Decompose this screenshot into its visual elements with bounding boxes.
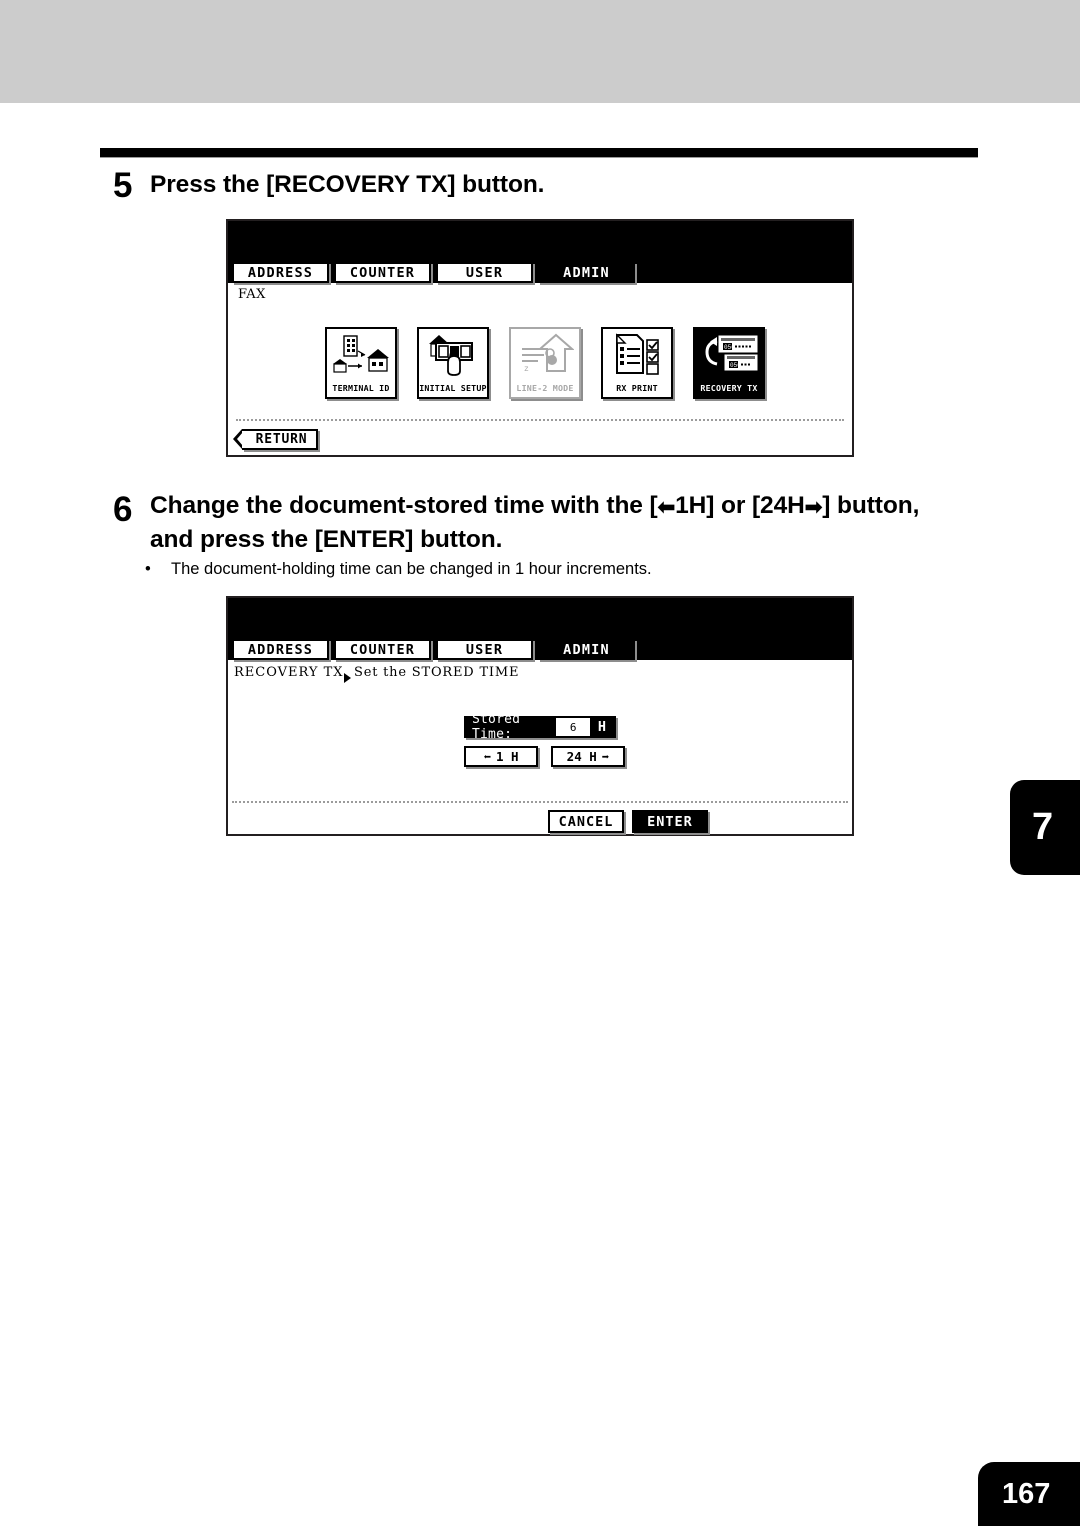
button-line-2-mode[interactable]: z LINE-2 MODE xyxy=(509,327,581,399)
tab-address-2-label: ADDRESS xyxy=(247,641,314,658)
cancel-button[interactable]: CANCEL xyxy=(548,810,624,833)
tab-user-label: USER xyxy=(465,264,504,281)
step-6-title-part-a: Change the document-stored time with the… xyxy=(150,492,658,519)
document-checklist-icon xyxy=(603,332,671,378)
building-house-icon xyxy=(327,332,395,378)
step-6-title: Change the document-stored time with the… xyxy=(150,489,990,557)
tab-user[interactable]: USER xyxy=(436,262,533,283)
tab-admin-2[interactable]: ADMIN xyxy=(538,639,635,660)
button-terminal-id-label: TERMINAL ID xyxy=(332,383,390,393)
button-recovery-tx-label: RECOVERY TX xyxy=(700,383,758,393)
button-initial-setup[interactable]: INITIAL SETUP xyxy=(417,327,489,399)
button-rx-print-label: RX PRINT xyxy=(616,383,658,393)
tab-admin-2-label: ADMIN xyxy=(563,641,610,658)
step-6-title-part-b: 1H] or [24H xyxy=(675,492,805,519)
tab-counter-label: COUNTER xyxy=(349,264,416,281)
decrement-1h-label: 1 H xyxy=(495,749,519,764)
stored-time-value: 6 xyxy=(556,718,590,736)
chapter-tab: 7 xyxy=(1010,780,1080,875)
lcd-panel-fax-admin: ADDRESS COUNTER USER ADMIN FAX TERMINAL … xyxy=(226,219,854,457)
lcd-tab-row-2[interactable]: ADDRESS COUNTER USER ADMIN xyxy=(232,639,635,660)
svg-text:z: z xyxy=(524,365,529,374)
page-header-band xyxy=(0,0,1080,103)
step-6-title-line2: and press the [ENTER] button. xyxy=(150,526,503,553)
enter-button[interactable]: ENTER xyxy=(632,810,708,833)
panel2-separator xyxy=(232,801,848,803)
step-6-number: 6 xyxy=(113,490,133,529)
cancel-button-label: CANCEL xyxy=(558,813,614,830)
return-button[interactable]: RETURN xyxy=(233,429,318,450)
page-number: 167 xyxy=(1002,1477,1051,1510)
section-rule xyxy=(100,148,978,158)
arrow-left-icon-btn: ⬅ xyxy=(483,749,491,764)
stored-time-label: Stored Time: xyxy=(472,712,521,742)
breadcrumb-recovery-tx: RECOVERY TX xyxy=(234,665,344,680)
button-recovery-tx[interactable]: 056 056 RECOVERY TX xyxy=(693,327,765,399)
lcd-panel-stored-time: ADDRESS COUNTER USER ADMIN RECOVERY TX S… xyxy=(226,596,854,836)
step-6-bullet-text: The document-holding time can be changed… xyxy=(171,560,652,578)
tab-address-2[interactable]: ADDRESS xyxy=(232,639,329,660)
chapter-tab-number: 7 xyxy=(1032,806,1054,848)
arrow-right-icon-btn: ➡ xyxy=(601,749,610,764)
tab-counter-2[interactable]: COUNTER xyxy=(334,639,431,660)
svg-text:056: 056 xyxy=(730,362,741,369)
step-6-title-part-c: ] button, xyxy=(822,492,920,519)
breadcrumb-set-stored-time: Set the STORED TIME xyxy=(354,665,520,680)
house-arrow-icon: z xyxy=(511,332,579,378)
bullet-dot: • xyxy=(145,560,151,578)
increment-24h-button[interactable]: 24 H ➡ xyxy=(551,746,625,767)
return-button-label: RETURN xyxy=(255,432,308,447)
increment-24h-label: 24 H xyxy=(566,749,597,764)
svg-text:056: 056 xyxy=(724,344,735,351)
tab-address[interactable]: ADDRESS xyxy=(232,262,329,283)
tab-user-2-label: USER xyxy=(465,641,504,658)
button-initial-setup-label: INITIAL SETUP xyxy=(419,383,487,393)
step-5-number: 5 xyxy=(113,166,133,205)
button-line-2-mode-label: LINE-2 MODE xyxy=(516,383,574,393)
step-5-title: Press the [RECOVERY TX] button. xyxy=(150,171,545,198)
tab-user-2[interactable]: USER xyxy=(436,639,533,660)
button-rx-print[interactable]: RX PRINT xyxy=(601,327,673,399)
tab-address-label: ADDRESS xyxy=(247,264,314,281)
tab-admin-label: ADMIN xyxy=(563,264,610,281)
hand-panel-icon xyxy=(419,332,487,378)
step-6-bullet: • The document-holding time can be change… xyxy=(145,560,652,579)
lcd-tab-row[interactable]: ADDRESS COUNTER USER ADMIN xyxy=(232,262,635,283)
stored-time-unit: H xyxy=(597,719,606,735)
decrement-1h-button[interactable]: ⬅ 1 H xyxy=(464,746,538,767)
page-number-tab: 167 xyxy=(978,1462,1080,1526)
tab-counter[interactable]: COUNTER xyxy=(334,262,431,283)
recovery-fax-icon: 056 056 xyxy=(695,332,763,378)
enter-button-label: ENTER xyxy=(647,813,693,830)
button-terminal-id[interactable]: TERMINAL ID xyxy=(325,327,397,399)
tab-counter-2-label: COUNTER xyxy=(349,641,416,658)
tab-admin[interactable]: ADMIN xyxy=(538,262,635,283)
panel1-separator xyxy=(236,419,844,421)
stored-time-field: Stored Time: 6 H xyxy=(464,712,616,742)
arrow-right-icon: ➡ xyxy=(804,496,823,519)
panel-caption-fax: FAX xyxy=(238,287,266,302)
breadcrumb-arrow-icon xyxy=(344,668,351,687)
fax-settings-icon-row: TERMINAL ID INITIAL SETUP z LINE-2 MODE … xyxy=(325,327,765,399)
arrow-left-icon: ⬅ xyxy=(657,496,676,519)
